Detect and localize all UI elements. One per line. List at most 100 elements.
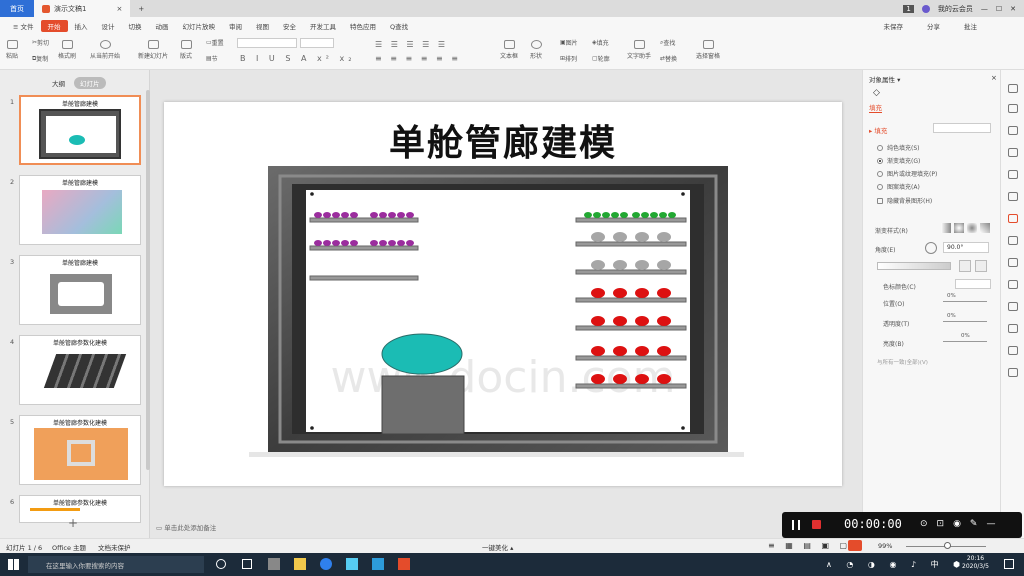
picture-button[interactable]: ▣ 图片 bbox=[560, 38, 578, 47]
alignment-buttons[interactable]: ≡ ≡ ≡ ≡ ≡ ≡ bbox=[375, 54, 461, 63]
tab-document[interactable]: 演示文稿1 × bbox=[34, 0, 131, 17]
apply-all-checkbox[interactable]: 与所有一致(全部)(V) bbox=[877, 358, 928, 366]
reset-button[interactable]: ▭ 重置 bbox=[206, 38, 224, 47]
add-slide-button[interactable]: + bbox=[68, 516, 78, 530]
revit-icon[interactable] bbox=[372, 558, 384, 570]
zoom-slider-thumb[interactable] bbox=[944, 542, 951, 549]
slide-thumbnail-6[interactable]: 单舱管廊参数化建模 bbox=[19, 495, 141, 523]
shape-button[interactable]: 形状 bbox=[530, 40, 542, 60]
unsaved-status[interactable]: 未保存 bbox=[877, 17, 911, 34]
remove-stop-button[interactable] bbox=[975, 260, 987, 272]
fill-tool-icon[interactable] bbox=[1008, 148, 1018, 157]
stop-record-icon[interactable] bbox=[812, 520, 821, 529]
option-solid-fill[interactable]: 纯色填充(S) bbox=[877, 143, 920, 152]
property-tool-icon[interactable] bbox=[1008, 214, 1018, 223]
theme-name[interactable]: Office 主题 bbox=[52, 542, 86, 552]
comment-button[interactable]: 批注 bbox=[957, 17, 984, 34]
slide-thumbnail-3[interactable]: 单舱管廊建模 bbox=[19, 255, 141, 325]
ribbon-tab-view[interactable]: 视图 bbox=[249, 17, 276, 34]
gradient-linear-icon[interactable] bbox=[941, 223, 951, 233]
slide-thumbnail-2[interactable]: 单舱管廊建模 bbox=[19, 175, 141, 245]
outline-button[interactable]: ▢ 轮廓 bbox=[592, 54, 610, 63]
selection-pane-button[interactable]: 选择窗格 bbox=[696, 40, 720, 60]
protection-status[interactable]: 文档未保护 bbox=[98, 542, 131, 552]
option-gradient-fill[interactable]: 渐变填充(G) bbox=[877, 156, 920, 165]
gradient-path-icon[interactable] bbox=[980, 223, 990, 233]
close-pane-icon[interactable]: × bbox=[991, 74, 997, 82]
play-slideshow-button[interactable] bbox=[848, 540, 862, 551]
textbox-button[interactable]: 文本框 bbox=[500, 40, 518, 60]
play-from-current-button[interactable]: 从当前开始 bbox=[90, 40, 120, 60]
gradient-style-options[interactable] bbox=[941, 223, 990, 233]
paragraph-buttons[interactable]: ☰ ☰ ☰ ☰ ☰ bbox=[375, 40, 448, 49]
settings-tool-icon[interactable] bbox=[1008, 368, 1018, 377]
ribbon-tab-slideshow[interactable]: 幻灯片放映 bbox=[176, 17, 223, 34]
transparency-slider[interactable] bbox=[943, 321, 987, 322]
recorder-tools[interactable]: ⊙⊡◉✎— bbox=[920, 519, 1004, 529]
ribbon-tab-review[interactable]: 审阅 bbox=[222, 17, 249, 34]
beautify-button[interactable]: 一键美化 ▴ bbox=[482, 542, 513, 552]
slide-thumbnail-1[interactable]: 单舱管廊建模 bbox=[19, 95, 141, 165]
font-tool-icon[interactable] bbox=[1008, 170, 1018, 179]
ribbon-tab-devtools[interactable]: 开发工具 bbox=[303, 17, 343, 34]
section-button[interactable]: ▤ 节 bbox=[206, 54, 218, 63]
wps-icon[interactable] bbox=[398, 558, 410, 570]
angle-input[interactable]: 90.0° bbox=[943, 242, 989, 253]
copy-button[interactable]: ⧉ 复制 bbox=[32, 54, 48, 64]
brightness-slider[interactable] bbox=[943, 341, 987, 342]
font-family-select[interactable] bbox=[237, 38, 297, 48]
fill-button[interactable]: ◈ 填充 bbox=[592, 38, 609, 47]
angle-dial[interactable] bbox=[925, 242, 937, 254]
view-mode-buttons[interactable]: ≡ ▦ ▤ ▣ ▢ bbox=[768, 541, 851, 550]
ribbon-tab-animation[interactable]: 动画 bbox=[149, 17, 176, 34]
edge-icon[interactable] bbox=[320, 558, 332, 570]
ribbon-tab-design[interactable]: 设计 bbox=[95, 17, 122, 34]
layout-button[interactable]: 版式 bbox=[180, 40, 192, 60]
option-pattern-fill[interactable]: 图案填充(A) bbox=[877, 182, 920, 191]
maximize-icon[interactable]: ☐ bbox=[996, 5, 1002, 13]
task-view-icon[interactable] bbox=[242, 559, 252, 569]
ribbon-tab-transition[interactable]: 切换 bbox=[122, 17, 149, 34]
store-icon[interactable] bbox=[268, 558, 280, 570]
position-slider[interactable] bbox=[943, 301, 987, 302]
minimize-icon[interactable]: — bbox=[981, 5, 988, 13]
add-stop-button[interactable] bbox=[959, 260, 971, 272]
slide-thumbnail-4[interactable]: 单舱管廊参数化建模 bbox=[19, 335, 141, 405]
option-hide-background[interactable]: 隐藏背景图形(H) bbox=[877, 196, 932, 205]
ribbon-tab-features[interactable]: 特色应用 bbox=[343, 17, 383, 34]
app-icon[interactable] bbox=[346, 558, 358, 570]
format-painter-button[interactable]: 格式刷 bbox=[58, 40, 76, 60]
option-picture-fill[interactable]: 图片或纹理填充(P) bbox=[877, 169, 937, 178]
tab-home[interactable]: 首页 bbox=[0, 0, 34, 17]
ribbon-search[interactable]: Q查找 bbox=[383, 17, 415, 34]
tab-outline[interactable]: 大纲 bbox=[52, 78, 65, 88]
ribbon-tab-home[interactable]: 开始 bbox=[40, 19, 68, 32]
find-button[interactable]: ⌕ 查找 bbox=[660, 38, 675, 48]
pause-icon[interactable] bbox=[792, 520, 800, 530]
select-icon[interactable] bbox=[1008, 104, 1018, 113]
slide-thumbnail-5[interactable]: 单舱管廊参数化建模 bbox=[19, 415, 141, 485]
tab-fill[interactable]: 填充 bbox=[869, 102, 882, 113]
shape-tool-icon[interactable] bbox=[1008, 126, 1018, 135]
arrange-button[interactable]: ⊞ 排列 bbox=[560, 54, 577, 63]
slide[interactable]: 单舱管廊建模 www.docin.com bbox=[164, 102, 842, 486]
image-tool-icon[interactable] bbox=[1008, 192, 1018, 201]
windows-start-icon[interactable] bbox=[8, 559, 19, 570]
zoom-level[interactable]: 99% bbox=[878, 542, 892, 550]
font-size-select[interactable] bbox=[300, 38, 334, 48]
layout-tool-icon[interactable] bbox=[1008, 258, 1018, 267]
properties-icon[interactable] bbox=[1008, 84, 1018, 93]
new-tab-button[interactable]: + bbox=[130, 0, 152, 17]
system-tray-icons[interactable]: ∧ ◔ ◑ ◉ ♪ 中 ⬢ bbox=[826, 559, 966, 570]
help-tool-icon[interactable] bbox=[1008, 346, 1018, 355]
account-label[interactable]: 我的云会员 bbox=[938, 4, 973, 14]
cortana-icon[interactable] bbox=[216, 559, 226, 569]
replace-button[interactable]: ⇄ 替换 bbox=[660, 54, 677, 63]
notifications-icon[interactable] bbox=[1004, 559, 1014, 569]
cut-button[interactable]: ✂ 剪切 bbox=[32, 38, 49, 47]
close-window-icon[interactable]: ✕ bbox=[1010, 5, 1016, 13]
ribbon-tab-file[interactable]: ≡ 文件 bbox=[6, 17, 41, 34]
gradient-rect-icon[interactable] bbox=[967, 223, 977, 233]
gradient-bar[interactable] bbox=[877, 262, 951, 270]
fill-color-select[interactable] bbox=[933, 123, 991, 133]
